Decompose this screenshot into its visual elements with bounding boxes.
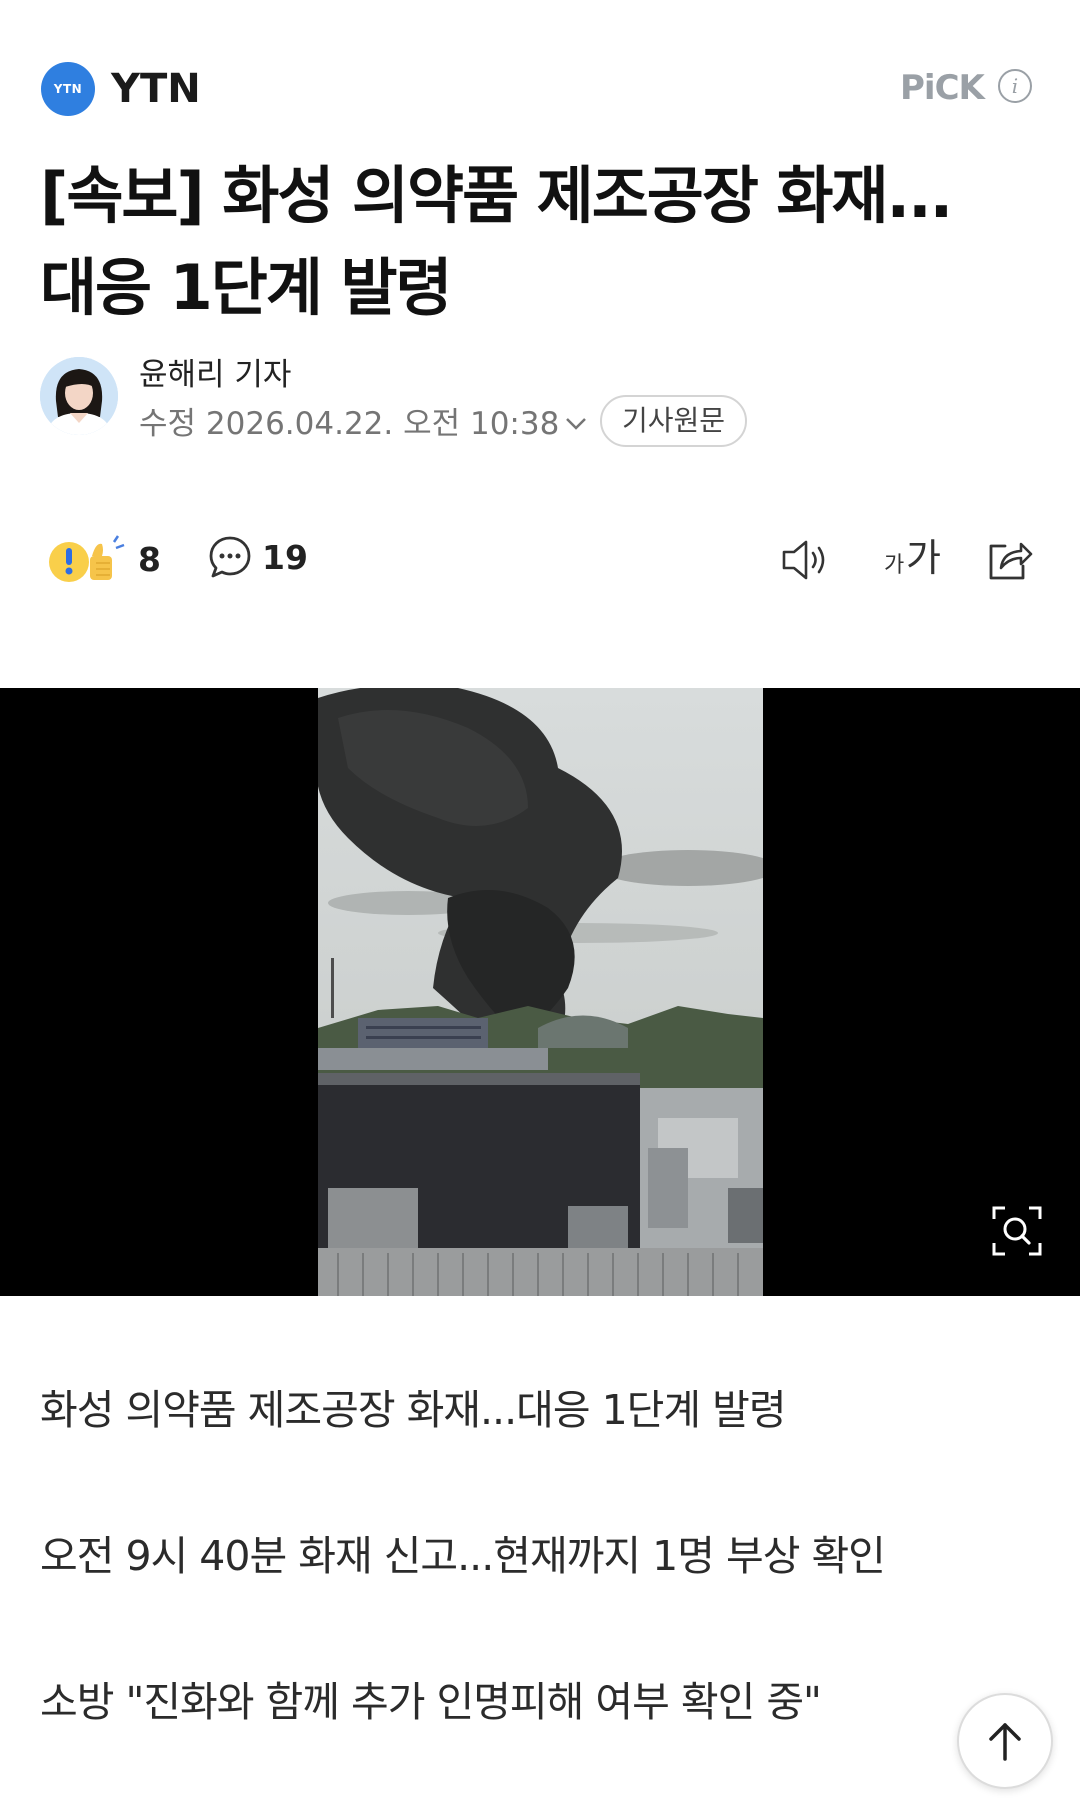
article-header: YTN YTN PiCK i bbox=[0, 0, 1080, 170]
original-article-button[interactable]: 기사원문 bbox=[600, 395, 748, 447]
article-headline: [속보] 화성 의약품 제조공장 화재... 대응 1단계 발령 bbox=[40, 150, 1050, 334]
scroll-to-top-button[interactable] bbox=[957, 1693, 1053, 1789]
chevron-down-icon bbox=[566, 418, 587, 430]
info-icon[interactable]: i bbox=[998, 69, 1032, 103]
comment-icon[interactable] bbox=[207, 534, 253, 580]
pick-label: PiCK bbox=[900, 68, 985, 108]
summary-line-1: 화성 의약품 제조공장 화재...대응 1단계 발령 bbox=[40, 1386, 787, 1434]
zoom-icon[interactable] bbox=[991, 1205, 1043, 1257]
press-logo[interactable]: YTN bbox=[41, 62, 95, 116]
reporter-avatar[interactable] bbox=[40, 357, 118, 435]
reporter-name[interactable]: 윤해리 기자 bbox=[139, 355, 291, 395]
font-size-small: 가 bbox=[884, 553, 905, 578]
headline-line-1: [속보] 화성 의약품 제조공장 화재... bbox=[40, 159, 953, 232]
fire-photo[interactable] bbox=[318, 688, 763, 1296]
byline: 윤해리 기자 수정 2026.04.22. 오전 10:38 기사원문 bbox=[40, 357, 1040, 447]
comment-count[interactable]: 19 bbox=[262, 536, 308, 580]
press-name[interactable]: YTN bbox=[111, 62, 201, 116]
speaker-icon[interactable] bbox=[780, 536, 834, 584]
arrow-up-icon bbox=[989, 1723, 1021, 1761]
date-text: 수정 2026.04.22. 오전 10:38 bbox=[139, 406, 560, 442]
reporter-avatar-image bbox=[40, 357, 118, 435]
summary-line-2: 오전 9시 40분 화재 신고...현재까지 1명 부상 확인 bbox=[40, 1532, 886, 1580]
headline-line-2: 대응 1단계 발령 bbox=[40, 251, 453, 324]
font-size-large: 가 bbox=[906, 536, 941, 580]
reaction-count[interactable]: 8 bbox=[138, 538, 161, 582]
article-date[interactable]: 수정 2026.04.22. 오전 10:38 bbox=[139, 404, 587, 444]
article-media[interactable] bbox=[0, 688, 1080, 1296]
article-toolbar: 8 19 가 가 bbox=[0, 520, 1080, 600]
font-size-icon[interactable]: 가 가 bbox=[884, 534, 944, 584]
reaction-icon[interactable] bbox=[44, 532, 130, 588]
share-icon[interactable] bbox=[985, 534, 1035, 584]
summary-line-3: 소방 "진화와 함께 추가 인명피해 여부 확인 중" bbox=[40, 1678, 822, 1726]
